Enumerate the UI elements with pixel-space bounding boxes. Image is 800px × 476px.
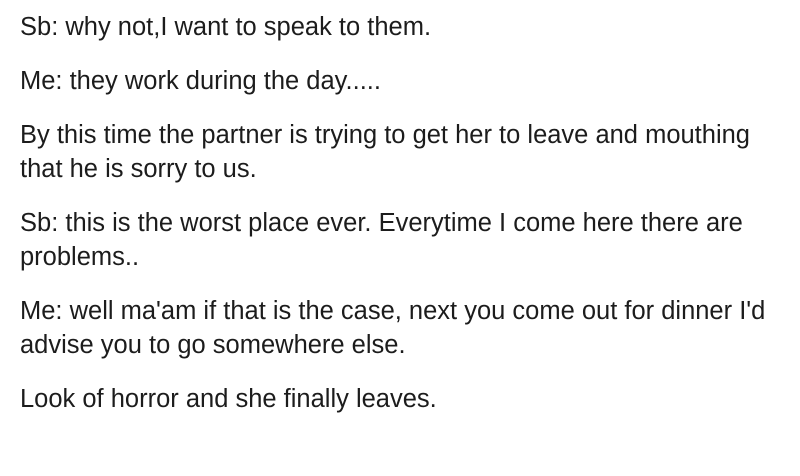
paragraph-sb-worst-place: Sb: this is the worst place ever. Everyt… (20, 209, 743, 271)
paragraph-me-advise-elsewhere: Me: well ma'am if that is the case, next… (20, 297, 766, 359)
paragraph-she-leaves: Look of horror and she finally leaves. (20, 385, 437, 413)
story-text-body: Sb: why not,I want to speak to them. Me:… (0, 0, 800, 476)
paragraph-sb-why-not: Sb: why not,I want to speak to them. (20, 13, 432, 41)
paragraph-partner-trying: By this time the partner is trying to ge… (20, 121, 750, 183)
paragraph-me-work-during-day: Me: they work during the day..... (20, 67, 381, 95)
